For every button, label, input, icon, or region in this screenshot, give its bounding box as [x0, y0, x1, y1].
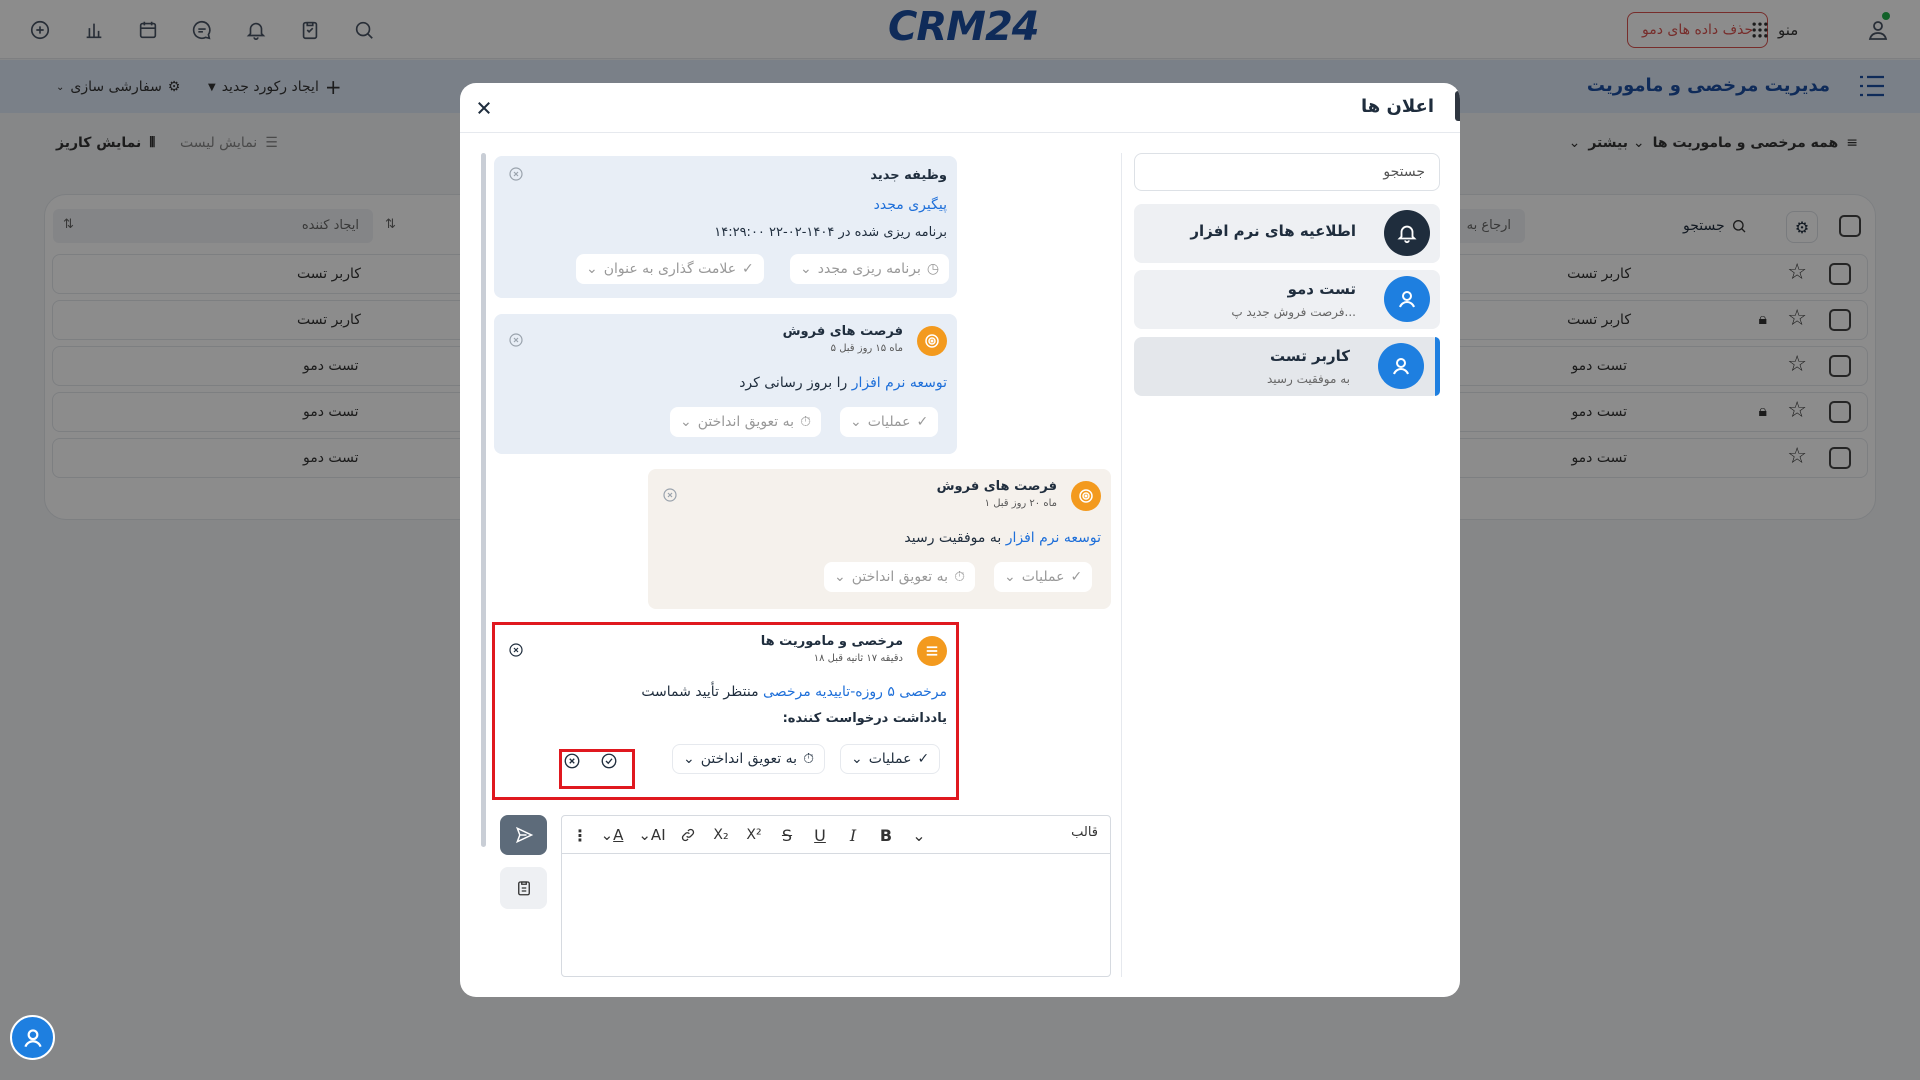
strikethrough-icon[interactable]: S — [776, 825, 798, 845]
user-icon — [1384, 276, 1430, 322]
notification-title: فرصت های فروش — [782, 324, 903, 339]
notification-card-task: وظیفه جدید پیگیری مجدد برنامه ریزی شده د… — [494, 156, 957, 298]
chevron-down-icon: ⌄ — [834, 569, 846, 585]
notifications-modal: اعلان ها جستجو اطلاعیه های نرم افزار تست… — [460, 83, 1460, 997]
channel-test-demo[interactable]: تست دمو فرصت فروش جدید پ... — [1134, 270, 1440, 329]
notification-title: وظیفه جدید — [870, 168, 947, 183]
snooze-button[interactable]: ⏱ به تعویق انداختن ⌄ — [670, 407, 821, 437]
snooze-label: به تعویق انداختن — [697, 414, 795, 430]
bold-icon[interactable]: B — [875, 825, 897, 845]
chevron-down-icon: ⌄ — [800, 261, 812, 277]
notification-link[interactable]: توسعه نرم افزار — [852, 375, 947, 391]
channel-name: کاربر تست — [1270, 347, 1350, 365]
message-editor[interactable]: قالب ⌄ B I U S X² X₂ ⌄AI ⌄ A ⋮ — [561, 815, 1111, 977]
mark-as-button[interactable]: ✓ علامت گذاری به عنوان ⌄ — [576, 254, 764, 284]
snooze-label: به تعویق انداختن — [851, 569, 949, 585]
channel-search-input[interactable]: جستجو — [1134, 153, 1440, 191]
channel-software-announcements[interactable]: اطلاعیه های نرم افزار — [1134, 204, 1440, 263]
notification-body: برنامه ریزی شده در ۱۴۰۴-۰۲-۲۲ ۱۴:۲۹:۰۰ — [714, 225, 947, 240]
messages-scrollbar[interactable] — [481, 153, 486, 847]
more-vertical-icon[interactable]: ⋮ — [569, 825, 591, 845]
notification-text: را بروز رسانی کرد — [739, 375, 848, 391]
snooze-icon: ⏱ — [954, 569, 965, 585]
notification-time: ۱ ماه ۲۰ روز قبل — [984, 498, 1057, 509]
close-icon[interactable] — [470, 94, 498, 122]
snooze-icon: ⏱ — [800, 414, 811, 430]
support-avatar-button[interactable] — [10, 1015, 55, 1060]
attach-clipboard-icon[interactable] — [500, 867, 547, 909]
notification-title: فرصت های فروش — [936, 479, 1057, 494]
editor-toolbar: قالب ⌄ B I U S X² X₂ ⌄AI ⌄ A ⋮ — [562, 816, 1110, 854]
target-icon — [917, 326, 947, 356]
link-icon[interactable] — [677, 825, 699, 845]
notification-link[interactable]: توسعه نرم افزار — [1006, 530, 1101, 546]
modal-header: اعلان ها — [460, 83, 1460, 133]
bell-icon — [1384, 210, 1430, 256]
check-circle-icon: ✓ — [916, 414, 929, 430]
actions-button[interactable]: ✓ عملیات ⌄ — [994, 562, 1093, 592]
actions-button[interactable]: ✓ عملیات ⌄ — [840, 407, 939, 437]
chevron-down-icon: ⌄ — [680, 414, 692, 430]
dismiss-icon[interactable] — [662, 487, 678, 503]
channel-name: اطلاعیه های نرم افزار — [1190, 222, 1356, 240]
channel-test-user[interactable]: کاربر تست به موفقیت رسید — [1134, 337, 1440, 396]
check-circle-icon: ✓ — [1070, 569, 1083, 585]
notification-body: توسعه نرم افزار را بروز رسانی کرد — [739, 375, 947, 391]
underline-icon[interactable]: U — [809, 825, 831, 845]
dismiss-icon[interactable] — [508, 332, 524, 348]
clock-icon: ◷ — [926, 261, 940, 277]
text-color-icon[interactable]: ⌄ A — [596, 825, 628, 845]
check-circle-icon: ✓ — [742, 261, 754, 277]
superscript-icon[interactable]: X² — [743, 825, 765, 845]
dismiss-icon[interactable] — [508, 166, 524, 182]
chevron-down-icon: ⌄ — [850, 414, 862, 430]
subscript-icon[interactable]: X₂ — [710, 825, 732, 845]
notification-text: به موفقیت رسید — [904, 530, 1002, 546]
user-icon — [1378, 343, 1424, 389]
notification-body: توسعه نرم افزار به موفقیت رسید — [904, 530, 1101, 546]
chevron-down-icon: ⌄ — [586, 261, 598, 277]
send-button[interactable] — [500, 815, 547, 855]
notification-card-opportunity: فرصت های فروش ۵ ماه ۱۵ روز قبل توسعه نرم… — [494, 314, 957, 454]
snooze-button[interactable]: ⏱ به تعویق انداختن ⌄ — [824, 562, 975, 592]
font-size-icon[interactable]: ⌄AI — [635, 825, 669, 845]
header-accent — [1455, 91, 1460, 121]
reschedule-label: برنامه ریزی مجدد — [817, 261, 921, 277]
notification-time: ۵ ماه ۱۵ روز قبل — [830, 343, 903, 354]
reschedule-button[interactable]: ◷ برنامه ریزی مجدد ⌄ — [790, 254, 950, 284]
target-icon — [1071, 481, 1101, 511]
chevron-down-icon[interactable]: ⌄ — [908, 825, 930, 845]
channel-preview: فرصت فروش جدید پ... — [1231, 305, 1356, 319]
notification-card-opportunity-won: فرصت های فروش ۱ ماه ۲۰ روز قبل توسعه نرم… — [648, 469, 1111, 609]
panel-divider — [1121, 153, 1122, 977]
highlight-frame-approve-reject — [559, 749, 635, 789]
active-indicator — [1435, 337, 1440, 396]
template-dropdown[interactable]: قالب — [1071, 825, 1098, 840]
channel-name: تست دمو — [1287, 280, 1356, 298]
modal-title: اعلان ها — [1360, 96, 1434, 117]
chevron-down-icon: ⌄ — [1004, 569, 1016, 585]
italic-icon[interactable]: I — [842, 825, 864, 845]
channel-preview: به موفقیت رسید — [1266, 372, 1350, 386]
mark-as-label: علامت گذاری به عنوان — [603, 261, 737, 277]
notification-link[interactable]: پیگیری مجدد — [874, 197, 947, 213]
actions-label: عملیات — [867, 414, 911, 430]
actions-label: عملیات — [1021, 569, 1065, 585]
